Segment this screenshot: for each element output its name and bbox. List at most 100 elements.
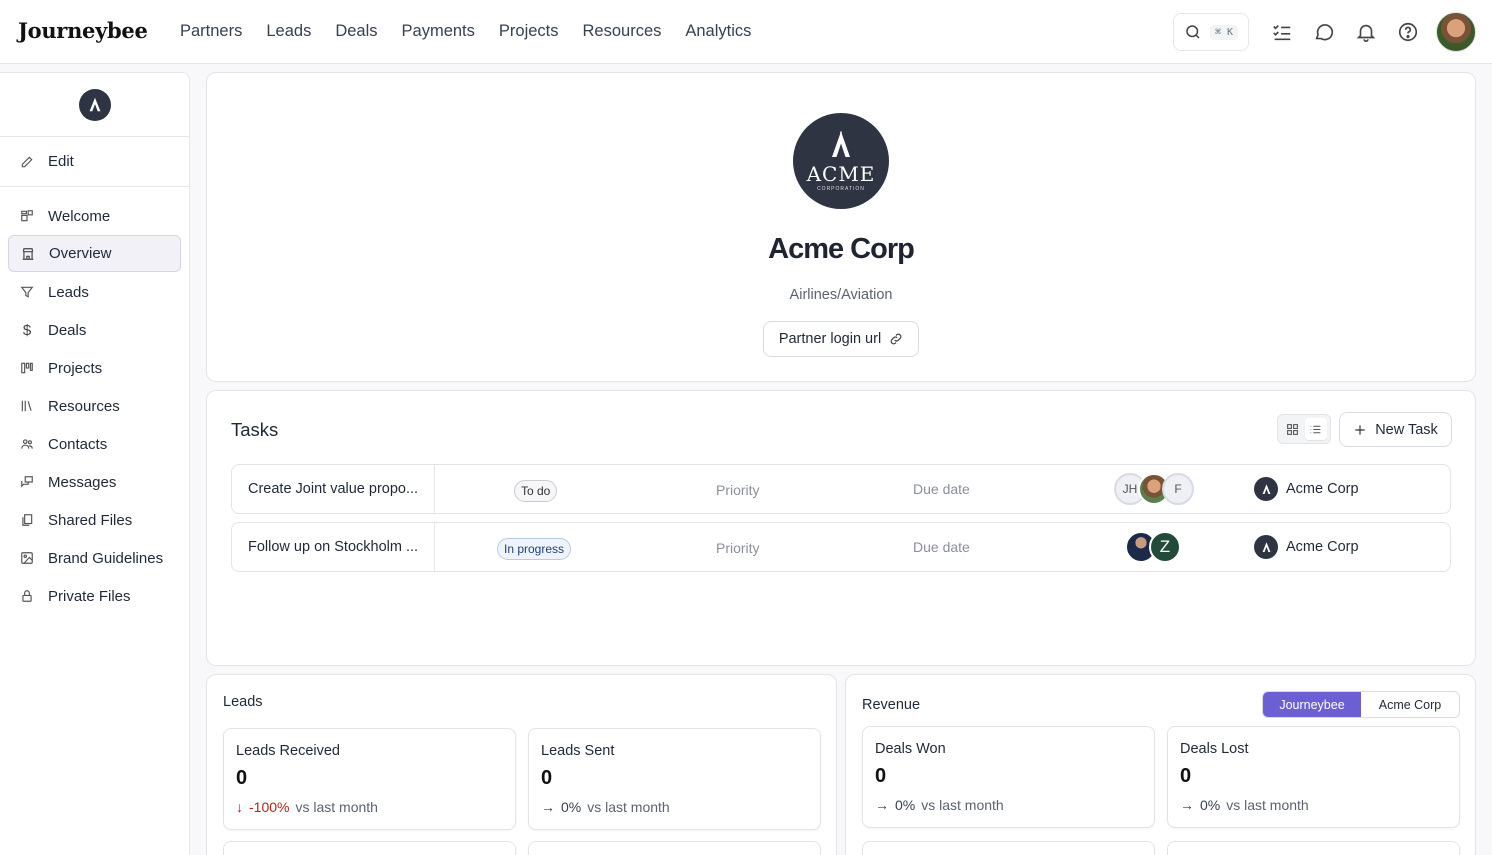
sidebar-item-projects[interactable]: Projects xyxy=(0,349,189,387)
task-row[interactable]: Follow up on Stockholm ... In progress P… xyxy=(231,522,1451,572)
nav-link-deals[interactable]: Deals xyxy=(335,22,377,41)
people-icon xyxy=(20,437,34,451)
new-task-button[interactable]: New Task xyxy=(1339,412,1452,447)
sidebar-item-shared-files[interactable]: Shared Files xyxy=(0,501,189,539)
stat-value: 0 xyxy=(875,765,887,787)
sidebar-item-contacts[interactable]: Contacts xyxy=(0,425,189,463)
nav-link-resources[interactable]: Resources xyxy=(583,22,662,41)
tasks-list-icon[interactable] xyxy=(1270,20,1294,44)
sidebar-item-label: Resources xyxy=(48,397,120,415)
help-icon[interactable] xyxy=(1396,20,1420,44)
list-view-button[interactable] xyxy=(1304,418,1327,440)
books-icon xyxy=(20,399,34,413)
funnel-icon xyxy=(20,285,34,299)
stat-label: Deals Won xyxy=(875,741,946,757)
grid-icon xyxy=(1287,423,1298,435)
user-avatar[interactable] xyxy=(1436,12,1476,52)
sidebar-item-label: Messages xyxy=(48,473,117,491)
assignees[interactable]: Z xyxy=(1125,531,1181,563)
stat-card-leads-sent: Leads Sent 0 → 0% vs last month xyxy=(528,728,821,830)
stat-card-leads-received: Leads Received 0 ↓ -100% vs last month xyxy=(223,728,516,830)
nav-link-leads[interactable]: Leads xyxy=(266,22,311,41)
bell-icon[interactable] xyxy=(1354,20,1378,44)
assignee-avatar: F xyxy=(1162,473,1194,505)
due-date-field[interactable]: Due date xyxy=(913,539,970,555)
search-button[interactable]: ⌘ K xyxy=(1173,13,1249,51)
delta-value: -100% xyxy=(249,799,290,815)
sidebar-item-resources[interactable]: Resources xyxy=(0,387,189,425)
stat-label: Deals Lost xyxy=(1180,741,1249,757)
sidebar-item-messages[interactable]: Messages xyxy=(0,463,189,501)
stat-card xyxy=(223,841,516,855)
stat-card-deals-won: Deals Won 0 → 0% vs last month xyxy=(862,726,1155,828)
view-toggle xyxy=(1277,414,1331,444)
stat-value: 0 xyxy=(541,767,553,789)
nav-link-analytics[interactable]: Analytics xyxy=(685,22,751,41)
due-date-field[interactable]: Due date xyxy=(913,481,970,497)
sidebar-edit-button[interactable]: Edit xyxy=(0,137,189,187)
stat-card xyxy=(528,841,821,855)
task-name[interactable]: Create Joint value propo... xyxy=(248,481,428,497)
sidebar-item-deals[interactable]: $ Deals xyxy=(0,311,189,349)
nav-link-partners[interactable]: Partners xyxy=(180,22,242,41)
partner-name: Acme Corp xyxy=(768,233,915,265)
messages-icon xyxy=(20,475,34,489)
task-row[interactable]: Create Joint value propo... To do Priori… xyxy=(231,464,1451,514)
partner-industry: Airlines/Aviation xyxy=(789,287,893,303)
sidebar-item-private-files[interactable]: Private Files xyxy=(0,577,189,615)
acme-logo-small xyxy=(1254,477,1278,501)
task-name[interactable]: Follow up on Stockholm ... xyxy=(248,539,428,555)
task-company[interactable]: Acme Corp xyxy=(1254,477,1359,501)
top-navigation: Journeybee Partners Leads Deals Payments… xyxy=(0,0,1492,64)
app-logo[interactable]: Journeybee xyxy=(18,18,148,43)
partner-login-url-button[interactable]: Partner login url xyxy=(763,321,919,357)
status-badge[interactable]: In progress xyxy=(497,538,572,560)
delta-suffix: vs last month xyxy=(295,799,378,815)
new-task-label: New Task xyxy=(1375,421,1438,438)
assignees[interactable]: JH F xyxy=(1114,473,1194,505)
sidebar-item-label: Welcome xyxy=(48,207,111,225)
revenue-source-toggle: Journeybee Acme Corp xyxy=(1262,691,1460,718)
stat-delta: → 0% vs last month xyxy=(1180,797,1309,813)
delta-value: 0% xyxy=(561,799,582,815)
acme-logo: ACME CORPORATION xyxy=(793,113,889,209)
logo-subtitle: CORPORATION xyxy=(817,186,865,192)
sidebar-item-leads[interactable]: Leads xyxy=(0,273,189,311)
toggle-journeybee[interactable]: Journeybee xyxy=(1263,692,1361,717)
stat-label: Leads Received xyxy=(236,743,340,759)
nav-link-projects[interactable]: Projects xyxy=(499,22,559,41)
welcome-icon xyxy=(20,209,34,223)
status-badge[interactable]: To do xyxy=(514,480,558,502)
sidebar-item-welcome[interactable]: Welcome xyxy=(0,197,189,235)
task-company[interactable]: Acme Corp xyxy=(1254,535,1359,559)
nav-link-payments[interactable]: Payments xyxy=(402,22,475,41)
delta-suffix: vs last month xyxy=(921,797,1004,813)
grid-view-button[interactable] xyxy=(1282,418,1304,440)
delta-value: 0% xyxy=(895,797,916,813)
toggle-acme-corp[interactable]: Acme Corp xyxy=(1361,692,1459,717)
priority-field[interactable]: Priority xyxy=(716,540,760,556)
delta-suffix: vs last month xyxy=(1226,797,1309,813)
link-icon xyxy=(890,333,902,345)
leads-title: Leads xyxy=(223,694,263,710)
priority-field[interactable]: Priority xyxy=(716,482,760,498)
sidebar-item-brand-guidelines[interactable]: Brand Guidelines xyxy=(0,539,189,577)
stat-delta: ↓ -100% vs last month xyxy=(236,799,378,815)
partner-sidebar: Edit Welcome Overview Leads $ Deals Proj… xyxy=(0,72,190,855)
sidebar-item-label: Leads xyxy=(48,283,89,301)
acme-logo-small xyxy=(1254,535,1278,559)
nav-actions: ⌘ K xyxy=(1173,12,1476,52)
chat-icon[interactable] xyxy=(1312,20,1336,44)
sidebar-item-overview[interactable]: Overview xyxy=(8,235,181,272)
delta-value: 0% xyxy=(1200,797,1221,813)
stat-delta: → 0% vs last month xyxy=(541,799,670,815)
sidebar-logo-area xyxy=(0,73,189,137)
plus-icon xyxy=(1355,424,1365,435)
stat-card xyxy=(862,841,1155,855)
stat-label: Leads Sent xyxy=(541,743,615,759)
sidebar-item-label: Private Files xyxy=(48,587,131,605)
stat-value: 0 xyxy=(1180,765,1192,787)
sidebar-edit-label: Edit xyxy=(48,153,74,170)
tasks-card: Tasks New Task Create Joint value propo.… xyxy=(206,390,1476,666)
image-icon xyxy=(20,551,34,565)
